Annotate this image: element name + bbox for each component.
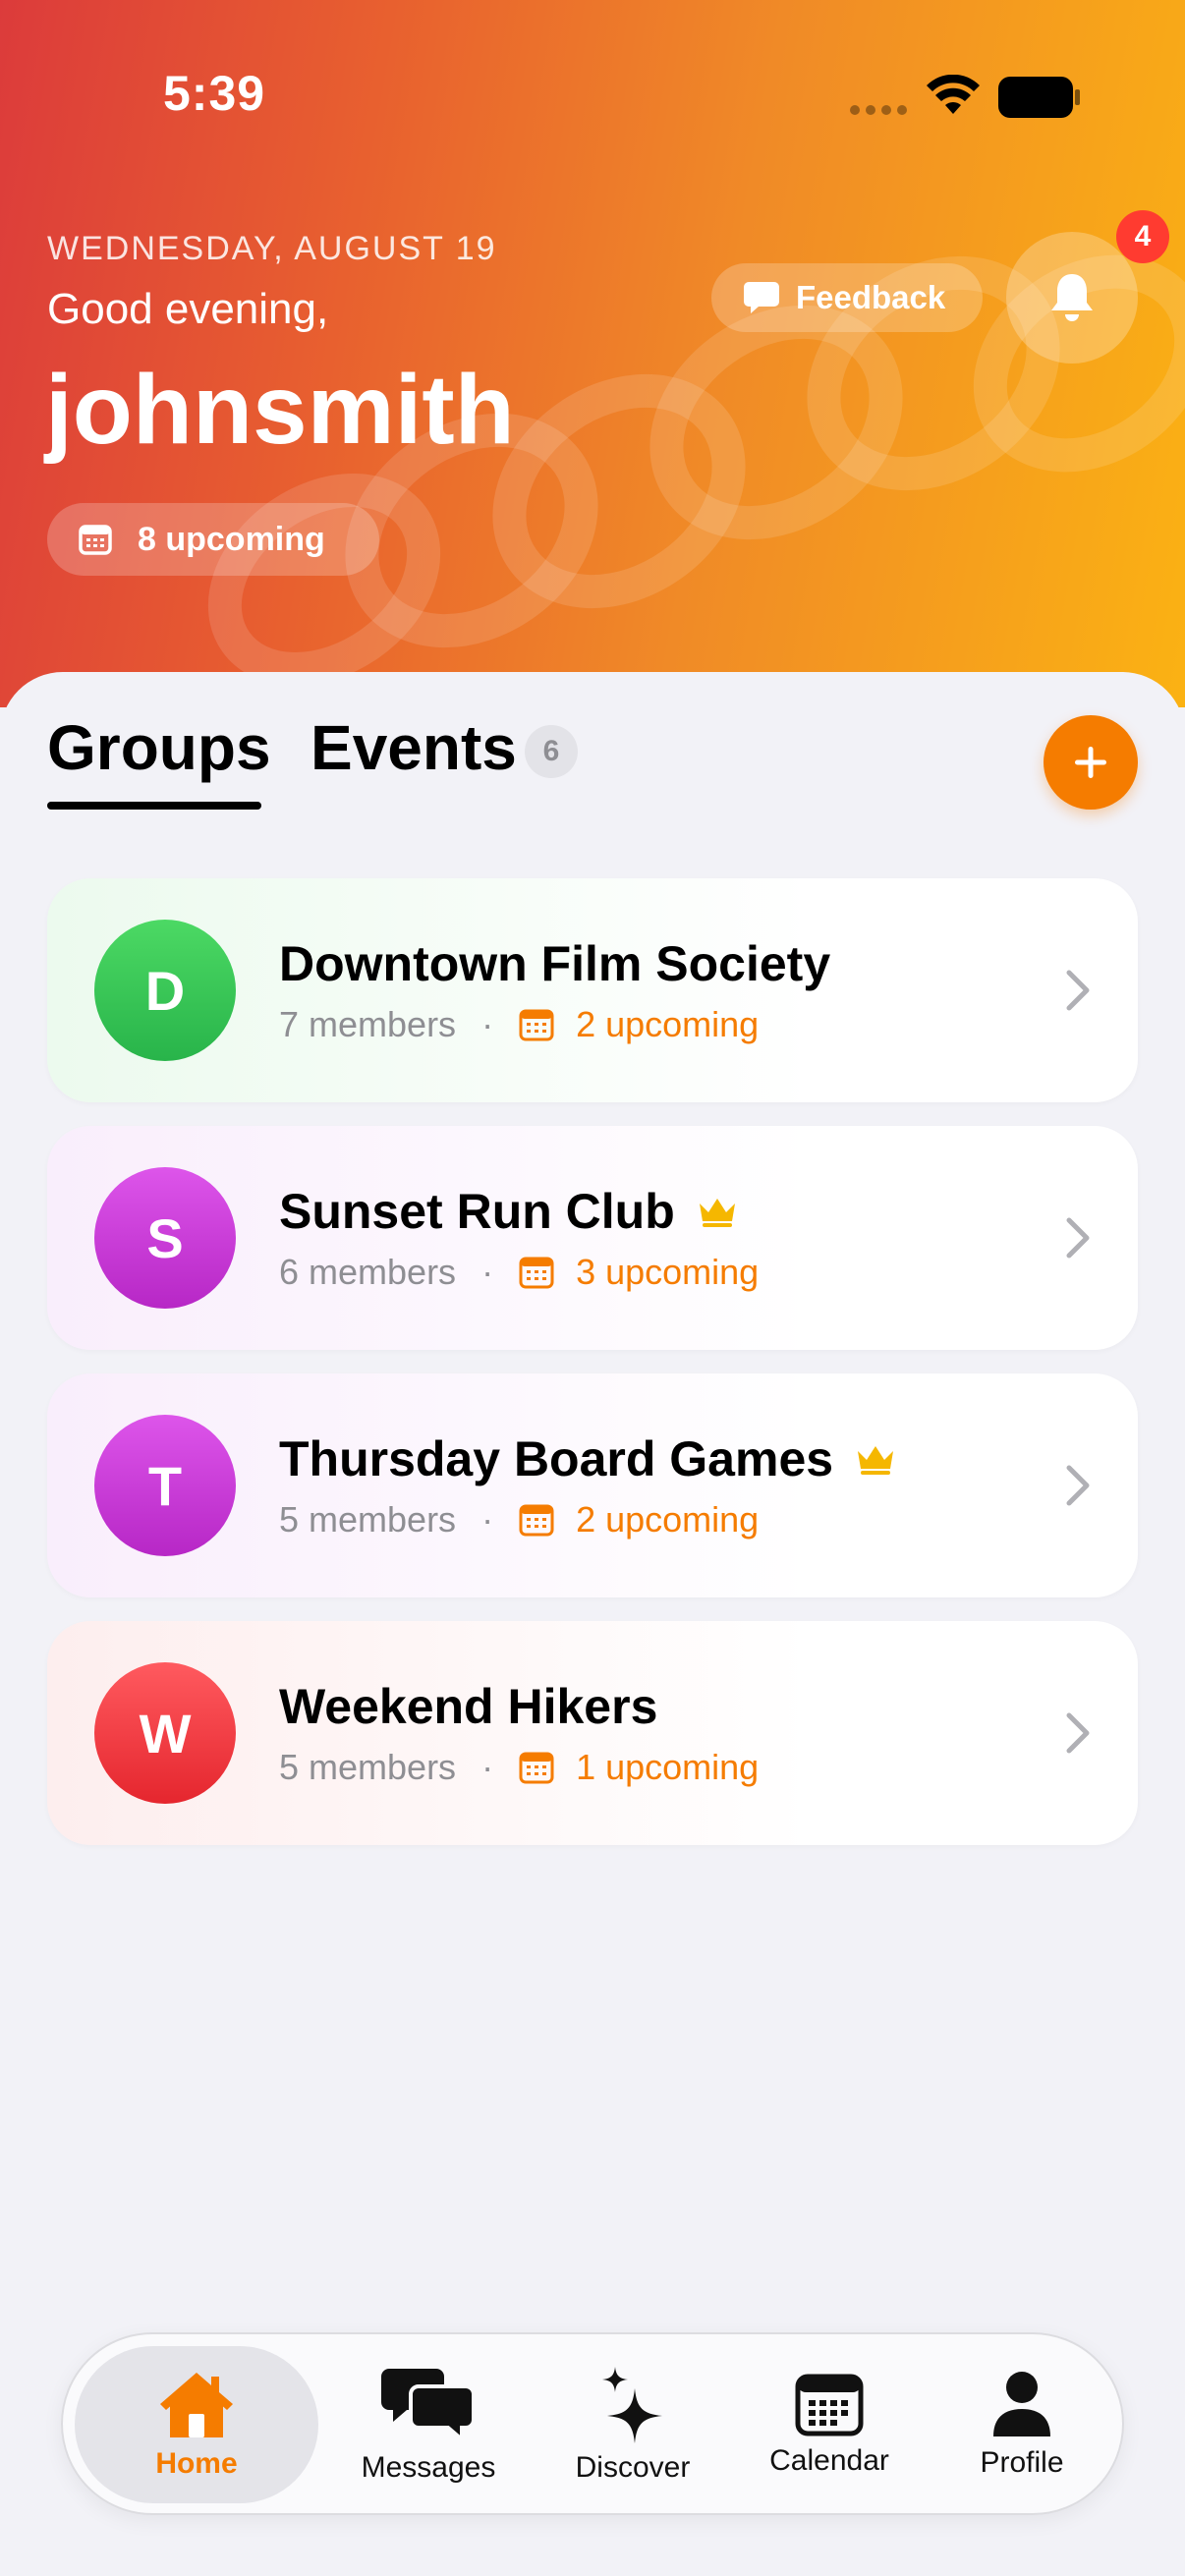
sparkles-icon (602, 2367, 662, 2443)
group-name-text: Weekend Hikers (279, 1679, 658, 1734)
upcoming-count-label: 8 upcoming (138, 520, 325, 558)
group-name: Sunset Run Club (279, 1183, 738, 1240)
tab-label: Messages (361, 2451, 496, 2484)
signal-dots-icon (850, 105, 907, 115)
tab-home[interactable]: Home (75, 2346, 318, 2503)
group-name: Weekend Hikers (279, 1678, 657, 1735)
tab-calendar[interactable]: Calendar (731, 2346, 928, 2503)
crown-icon (699, 1199, 735, 1227)
calendar-icon (519, 1751, 554, 1784)
house-icon (160, 2373, 233, 2437)
crown-icon (858, 1446, 894, 1475)
group-card[interactable]: D Downtown Film Society 7 members · 2 up… (47, 878, 1138, 1102)
chevron-right-icon (1066, 1465, 1090, 1506)
group-card[interactable]: S Sunset Run Club 6 members · 3 upcoming (47, 1126, 1138, 1350)
upcoming-count: 1 upcoming (576, 1747, 760, 1787)
tab-groups[interactable]: Groups (47, 711, 271, 784)
member-count: 5 members (279, 1747, 457, 1787)
events-count-badge: 6 (525, 725, 578, 778)
group-list: D Downtown Film Society 7 members · 2 up… (47, 878, 1138, 1869)
tab-events[interactable]: Events (310, 711, 517, 784)
tab-active-indicator (47, 802, 261, 810)
member-count: 5 members (279, 1499, 457, 1540)
tab-messages[interactable]: Messages (330, 2346, 527, 2503)
feedback-button[interactable]: Feedback (711, 263, 983, 332)
meta-separator: · (481, 1499, 494, 1540)
wifi-icon (927, 75, 980, 114)
person-icon (993, 2372, 1050, 2436)
battery-icon (998, 77, 1080, 118)
member-count: 7 members (279, 1004, 457, 1044)
calendar-icon (79, 525, 112, 555)
group-name: Thursday Board Games (279, 1430, 896, 1487)
tab-discover[interactable]: Discover (535, 2346, 731, 2503)
upcoming-count: 2 upcoming (576, 1499, 760, 1540)
tab-label: Discover (575, 2451, 691, 2484)
status-bar: 5:39 (0, 0, 1185, 196)
group-avatar: W (94, 1662, 236, 1804)
username: johnsmith (45, 355, 515, 465)
chevron-right-icon (1066, 1712, 1090, 1754)
group-name-text: Thursday Board Games (279, 1431, 834, 1486)
upcoming-count: 3 upcoming (576, 1252, 760, 1292)
current-date: WEDNESDAY, AUGUST 19 (47, 230, 497, 267)
tab-profile[interactable]: Profile (924, 2346, 1120, 2503)
bottom-tab-bar: Home Messages Discover Calendar Profile (61, 2332, 1124, 2515)
chevron-right-icon (1066, 1217, 1090, 1259)
group-name-text: Sunset Run Club (279, 1184, 675, 1239)
status-time: 5:39 (163, 66, 266, 121)
group-card[interactable]: T Thursday Board Games 5 members · 2 upc… (47, 1373, 1138, 1597)
header-hero: 5:39 WEDNESDAY, AUGUST 19 Good evening, … (0, 0, 1185, 707)
meta-separator: · (481, 1252, 494, 1292)
group-meta: 5 members · 2 upcoming (279, 1499, 759, 1540)
greeting: Good evening, (47, 285, 329, 333)
group-meta: 5 members · 1 upcoming (279, 1747, 759, 1788)
feedback-label: Feedback (796, 279, 946, 315)
meta-separator: · (481, 1004, 494, 1044)
member-count: 6 members (279, 1252, 457, 1292)
calendar-icon (519, 1008, 554, 1041)
meta-separator: · (481, 1747, 494, 1787)
calendar-icon (795, 2374, 864, 2436)
tab-label: Profile (980, 2446, 1064, 2479)
upcoming-count: 2 upcoming (576, 1004, 760, 1044)
notification-badge: 4 (1116, 210, 1169, 263)
notifications-button[interactable] (1006, 232, 1138, 364)
calendar-icon (519, 1256, 554, 1289)
group-meta: 6 members · 3 upcoming (279, 1252, 759, 1293)
upcoming-events-pill[interactable]: 8 upcoming (47, 503, 379, 576)
bell-icon (1051, 274, 1093, 321)
tab-label: Home (155, 2447, 238, 2480)
main-sheet: Groups Events 6 D Downtown Film Society … (0, 672, 1185, 2576)
add-group-button[interactable] (1044, 715, 1138, 810)
tab-label: Calendar (769, 2444, 889, 2477)
speech-bubble-icon (744, 282, 779, 313)
group-name-text: Downtown Film Society (279, 936, 831, 991)
group-meta: 7 members · 2 upcoming (279, 1004, 759, 1045)
group-avatar: T (94, 1415, 236, 1556)
group-avatar: S (94, 1167, 236, 1309)
group-avatar: D (94, 920, 236, 1061)
calendar-icon (519, 1503, 554, 1537)
plus-icon (1075, 747, 1106, 778)
chat-bubbles-icon (381, 2369, 476, 2443)
group-card[interactable]: W Weekend Hikers 5 members · 1 upcoming (47, 1621, 1138, 1845)
group-name: Downtown Film Society (279, 935, 830, 992)
chevron-right-icon (1066, 970, 1090, 1011)
